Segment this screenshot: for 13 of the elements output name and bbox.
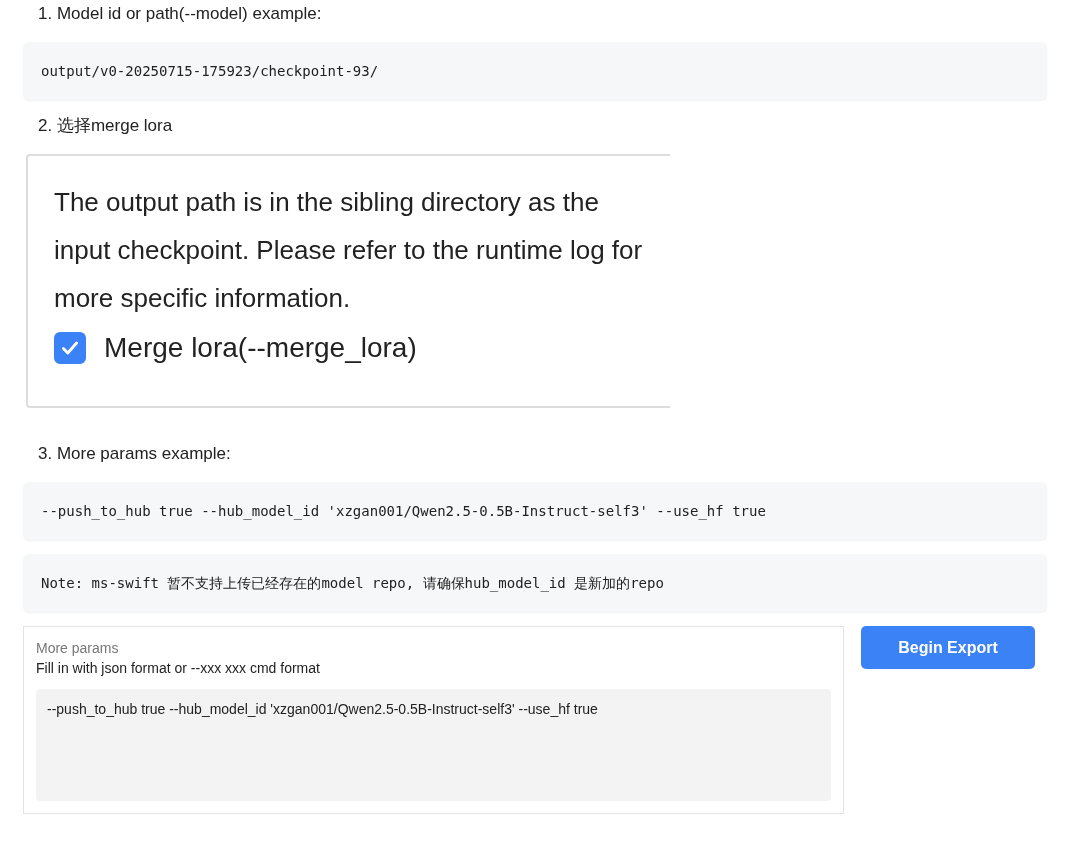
code-block: Note: ms-swift 暂不支持上传已经存在的model repo, 请确保hub_model_id 是新加的repo bbox=[23, 554, 1047, 612]
checkbox-label[interactable]: Merge lora(--merge_lora) bbox=[104, 332, 417, 364]
begin-export-button[interactable]: Begin Export bbox=[861, 626, 1035, 669]
checkbox[interactable] bbox=[54, 332, 86, 364]
params-input-field[interactable]: --push_to_hub true --hub_model_id 'xzgan001/Qwen2.5-0.5B-Instruct-self3' --use_hf true bbox=[36, 689, 831, 801]
step-heading: 1. Model id or path(--model) example: bbox=[38, 3, 323, 25]
step-heading: 3. More params example: bbox=[38, 443, 232, 465]
code-block: --push_to_hub true --hub_model_id 'xzgan001/Qwen2.5-0.5B-Instruct-self3' --use_hf true bbox=[23, 482, 1047, 540]
field-label: More params bbox=[36, 639, 120, 657]
step-heading: 2. 选择merge lora bbox=[38, 115, 174, 137]
description-text: The output path is in the sibling directory as the input checkpoint. Please refer to the runtime log for more specific information. bbox=[54, 186, 644, 315]
field-hint: Fill in with json format or --xxx xxx cmd format bbox=[36, 659, 321, 678]
code-block: output/v0-20250715-175923/checkpoint-93/ bbox=[23, 42, 1047, 100]
